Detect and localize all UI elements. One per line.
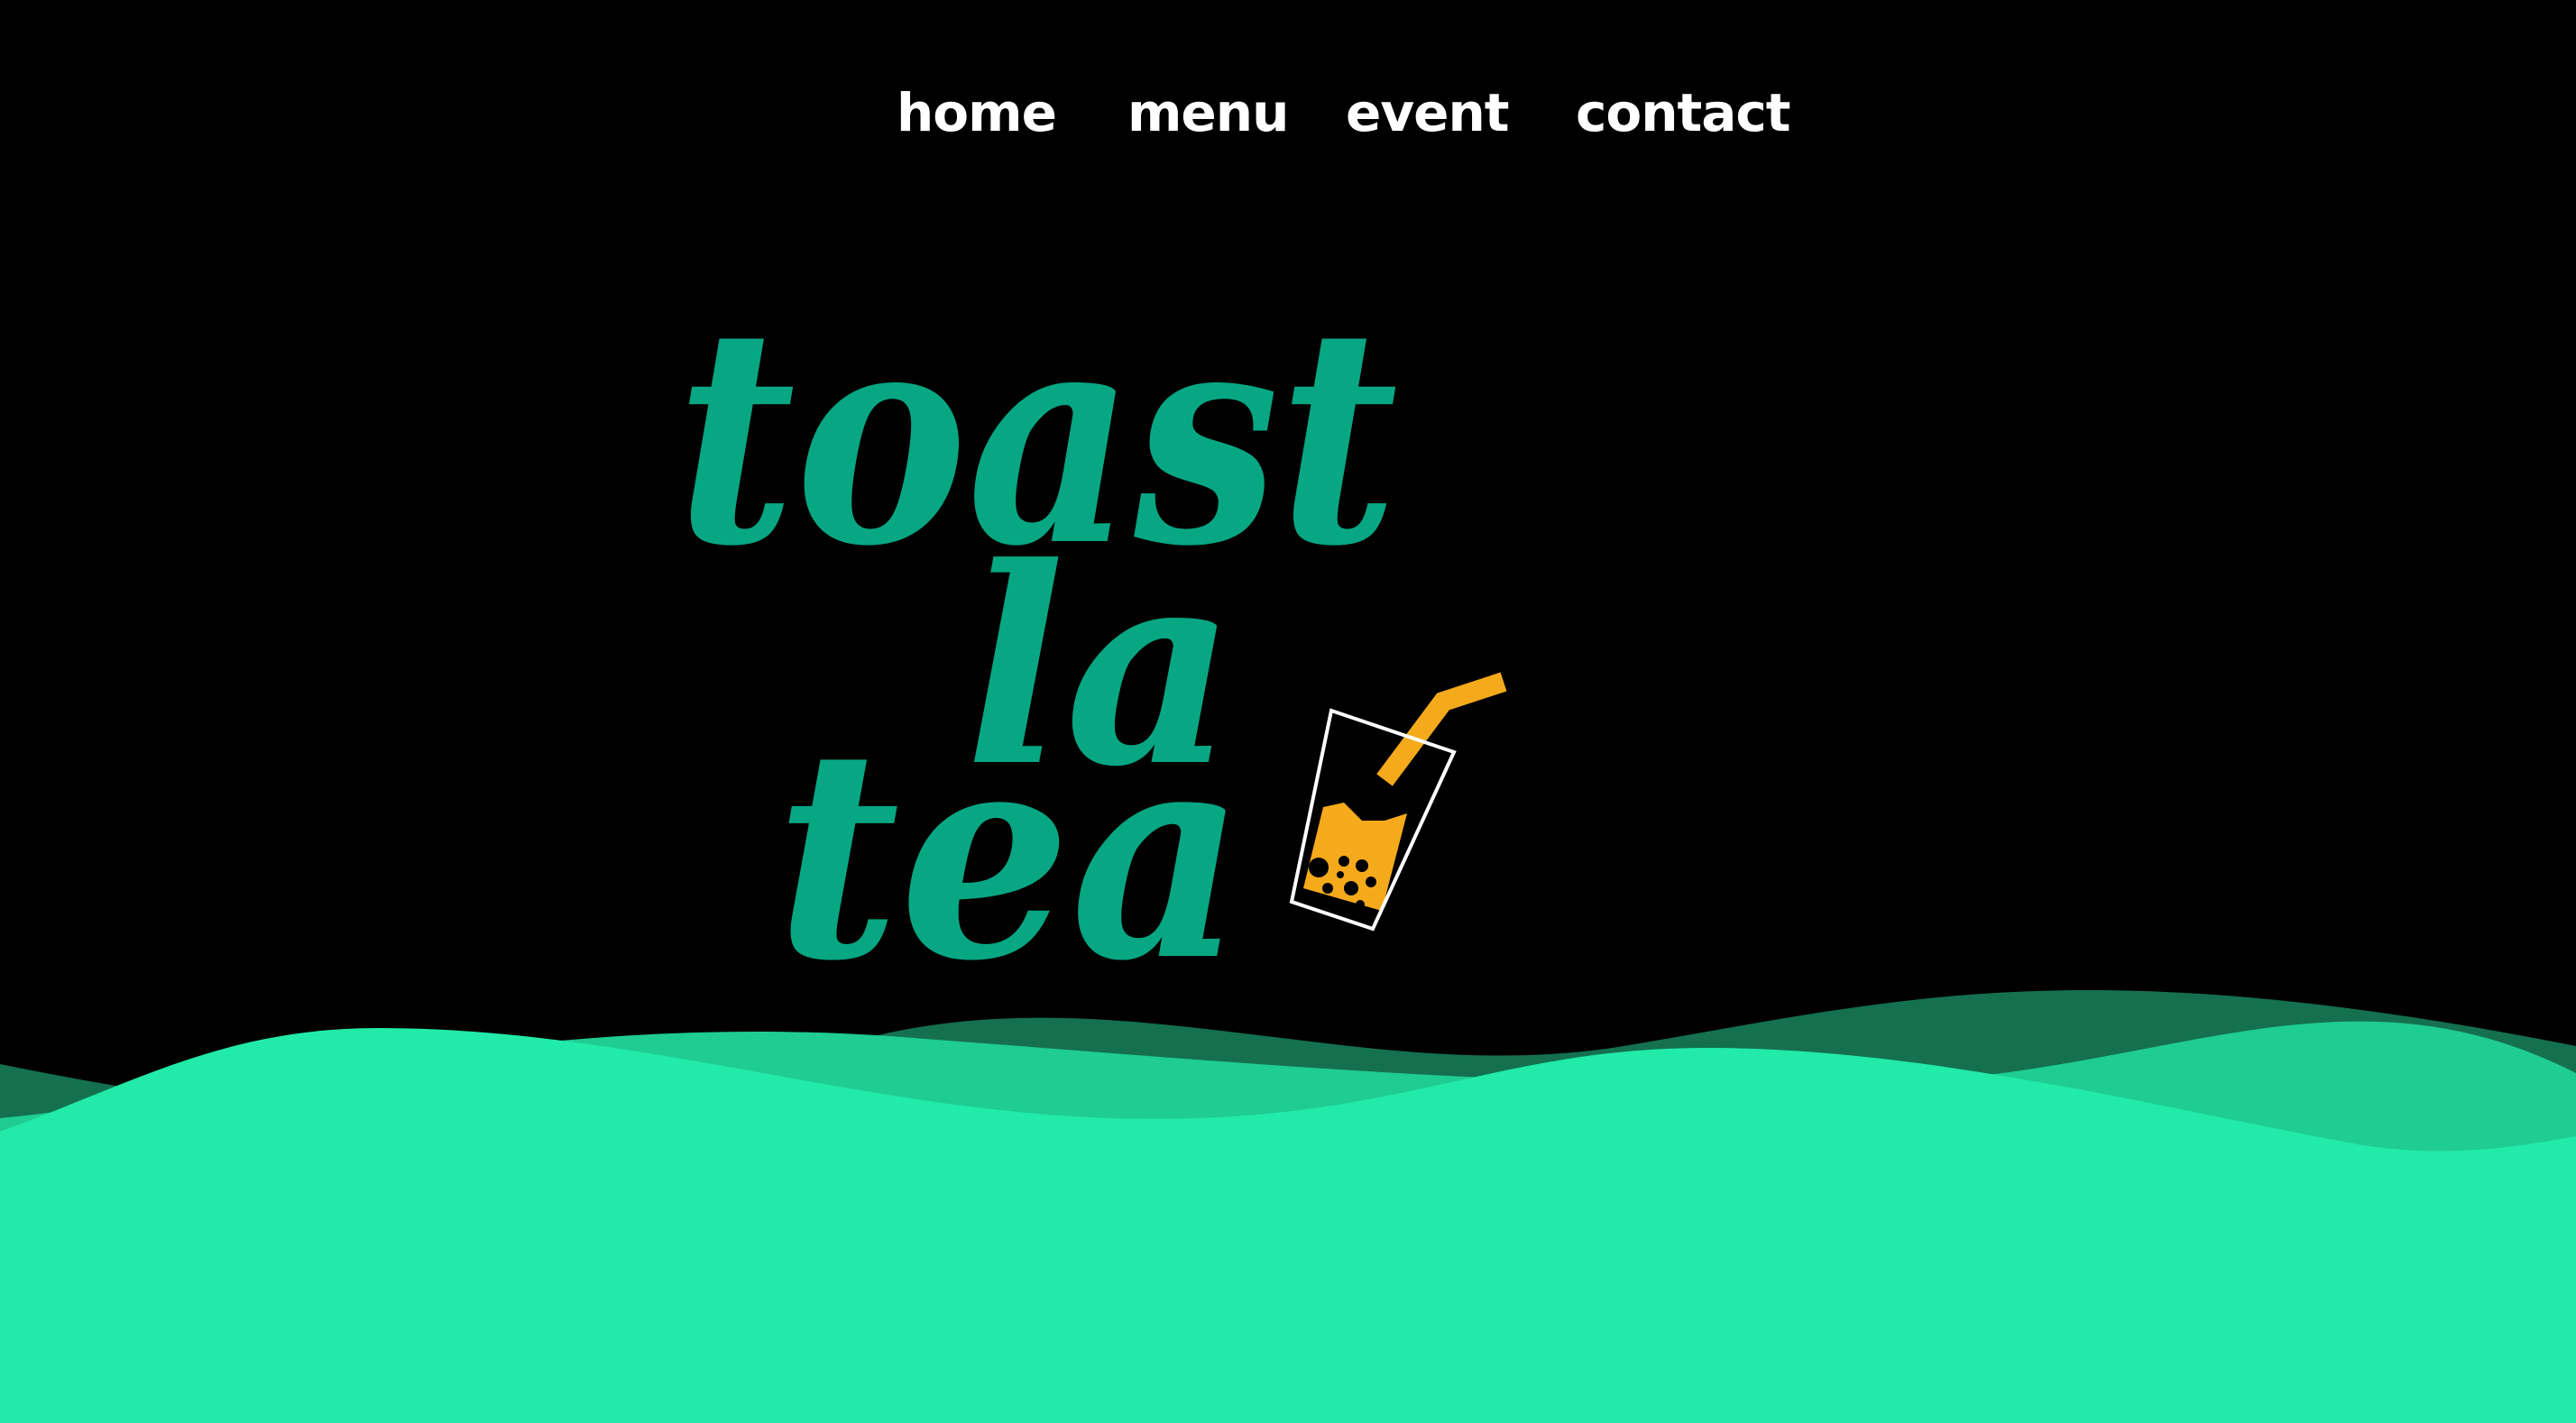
nav-link-home[interactable]: home: [897, 72, 1057, 153]
main-navigation: home menu event contact: [0, 72, 2576, 153]
nav-link-contact[interactable]: contact: [1576, 72, 1790, 153]
logo-word-tea: tea: [776, 686, 1245, 992]
nav-link-menu[interactable]: menu: [1127, 72, 1289, 153]
nav-link-event[interactable]: event: [1346, 72, 1509, 153]
landing-page: home menu event contact toast la tea: [0, 0, 2576, 1423]
decorative-waves: [0, 990, 2576, 1423]
bubble-tea-cup-icon: [1289, 672, 1507, 932]
brand-logo: toast la tea: [676, 271, 1507, 992]
